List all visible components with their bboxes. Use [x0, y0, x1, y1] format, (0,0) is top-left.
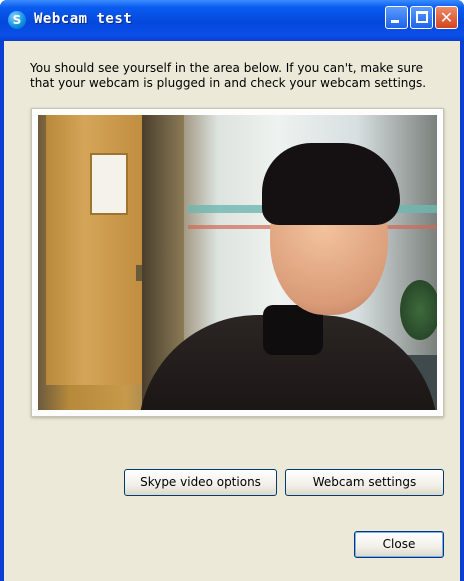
background-plant: [400, 280, 437, 340]
skype-icon: S: [8, 11, 26, 29]
webcam-test-window: S Webcam test ✕ You should see yourself …: [0, 0, 464, 581]
minimize-button[interactable]: [385, 6, 408, 29]
maximize-icon: [416, 11, 428, 23]
close-window-button[interactable]: ✕: [435, 6, 458, 29]
background-door: [46, 115, 142, 385]
webcam-preview-frame: [31, 108, 444, 417]
maximize-button[interactable]: [410, 6, 433, 29]
window-title: Webcam test: [34, 11, 133, 27]
door-window: [90, 153, 128, 215]
minimize-icon: [391, 20, 399, 23]
close-icon: ✕: [439, 8, 454, 27]
person-hair: [262, 143, 400, 225]
instructions-text: You should see yourself in the area belo…: [30, 61, 427, 90]
skype-video-options-button[interactable]: Skype video options: [124, 469, 277, 496]
webcam-settings-button[interactable]: Webcam settings: [285, 469, 444, 496]
close-button[interactable]: Close: [354, 531, 444, 558]
title-bar[interactable]: S Webcam test ✕: [0, 0, 464, 41]
dialog-body: You should see yourself in the area belo…: [4, 41, 460, 581]
webcam-preview-image: [38, 115, 437, 410]
